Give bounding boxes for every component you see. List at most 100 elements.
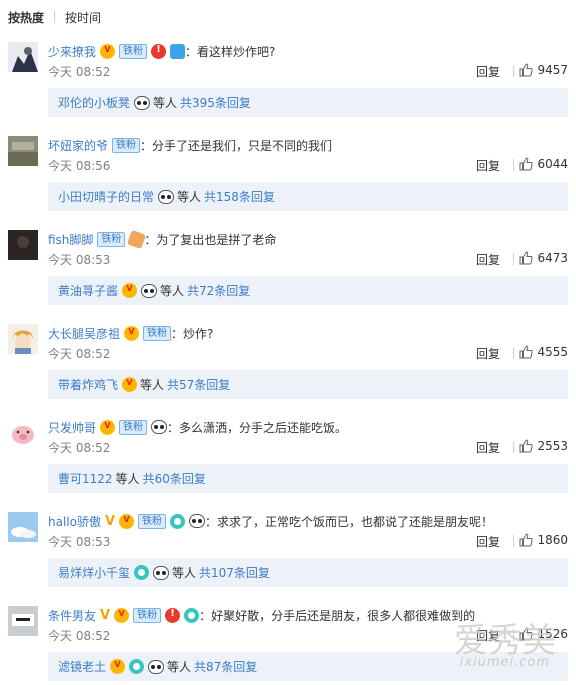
avatar[interactable]	[8, 42, 38, 72]
member-badge-icon	[134, 565, 150, 580]
fan-badge[interactable]: 铁粉	[112, 137, 141, 153]
reply-button[interactable]: 回复	[476, 251, 500, 268]
like-count: 4555	[537, 345, 568, 359]
username[interactable]: 大长腿吴彦祖	[48, 325, 120, 342]
like-button[interactable]: 6473	[519, 251, 568, 265]
comment-item: 少来撩我 铁粉 ：看这样炒作吧? 今天 08:52 回复 9457 邓伦的小板凳…	[0, 34, 576, 128]
vip-heart-icon	[124, 325, 140, 341]
tab-sort-by-time[interactable]: 按时间	[65, 9, 101, 26]
reply-button[interactable]: 回复	[476, 63, 500, 80]
fan-badge[interactable]: 铁粉	[119, 419, 148, 435]
divider	[513, 629, 514, 641]
panda-emoji-icon	[148, 659, 165, 674]
reply-user[interactable]: 黄油荨子酱	[58, 282, 118, 299]
reply-preview[interactable]: 邓伦的小板凳 等人 共395条回复	[48, 88, 568, 117]
reply-etc: 等人	[177, 190, 202, 204]
like-button[interactable]: 9457	[519, 63, 568, 77]
avatar[interactable]	[8, 136, 38, 166]
like-button[interactable]: 1860	[519, 533, 568, 547]
reply-count[interactable]: 共107条回复	[199, 564, 270, 581]
member-badge-icon	[129, 659, 145, 674]
panda-emoji-icon	[189, 514, 206, 528]
reply-preview[interactable]: 小田切晴子的日常 等人 共158条回复	[48, 182, 568, 211]
thumbs-up-icon	[519, 251, 534, 265]
divider	[513, 253, 514, 265]
fan-badge[interactable]: 铁粉	[143, 325, 172, 341]
reply-button[interactable]: 回复	[476, 533, 500, 550]
reply-button[interactable]: 回复	[476, 345, 500, 362]
reply-count[interactable]: 共158条回复	[204, 188, 275, 205]
username[interactable]: hallo骄傲	[48, 513, 101, 530]
thumbs-up-icon	[519, 63, 534, 77]
like-button[interactable]: 4555	[519, 345, 568, 359]
panda-emoji-icon	[151, 420, 168, 434]
reply-button[interactable]: 回复	[476, 627, 500, 644]
avatar[interactable]	[8, 418, 38, 448]
like-button[interactable]: 1526	[519, 627, 568, 641]
username[interactable]: 坏妞家的爷	[48, 137, 108, 154]
avatar[interactable]	[8, 324, 38, 354]
username[interactable]: 只发帅哥	[48, 419, 96, 436]
reply-count[interactable]: 共72条回复	[187, 282, 250, 299]
comment-time: 今天 08:52	[48, 347, 111, 361]
comment-header: 大长腿吴彦祖 铁粉 ：炒作?	[48, 324, 213, 342]
reply-preview[interactable]: 带着炸鸡飞 等人 共57条回复	[48, 370, 568, 399]
like-count: 6044	[537, 157, 568, 171]
reply-preview[interactable]: 易烊烊小千玺 等人 共107条回复	[48, 558, 568, 587]
avatar[interactable]	[8, 230, 38, 260]
reply-user[interactable]: 易烊烊小千玺	[58, 564, 130, 581]
comment-header: 条件男友 V 铁粉 ：好聚好散，分手后还是朋友，很多人都很难做到的	[48, 606, 475, 624]
username[interactable]: 少来撩我	[48, 43, 96, 60]
avatar[interactable]	[8, 606, 38, 636]
member-badge-icon	[184, 607, 200, 623]
like-button[interactable]: 6044	[519, 157, 568, 171]
reply-button[interactable]: 回复	[476, 157, 500, 174]
divider	[513, 347, 514, 359]
fan-badge[interactable]: 铁粉	[97, 231, 126, 247]
divider	[513, 159, 514, 171]
vip-heart-icon	[114, 607, 130, 623]
like-count: 1860	[537, 533, 568, 547]
vip-heart-icon	[100, 43, 116, 59]
reply-etc: 等人	[167, 660, 192, 674]
reply-preview[interactable]: 黄油荨子酱 等人 共72条回复	[48, 276, 568, 305]
reply-count[interactable]: 共57条回复	[167, 376, 230, 393]
divider	[513, 535, 514, 547]
reply-preview[interactable]: 滤镜老土 等人 共87条回复	[48, 652, 568, 681]
reply-user[interactable]: 曹可1122	[58, 470, 113, 487]
vip-heart-icon	[122, 283, 138, 298]
comment-time: 今天 08:53	[48, 253, 111, 267]
reply-count[interactable]: 共395条回复	[180, 94, 251, 111]
like-count: 1526	[537, 627, 568, 641]
like-button[interactable]: 2553	[519, 439, 568, 453]
avatar[interactable]	[8, 512, 38, 542]
verified-v-icon: V	[100, 607, 111, 623]
divider	[513, 65, 514, 77]
thumbs-up-icon	[519, 533, 534, 547]
comment-time: 今天 08:53	[48, 535, 111, 549]
reply-user[interactable]: 邓伦的小板凳	[58, 94, 130, 111]
tab-sort-by-hot[interactable]: 按热度	[8, 9, 44, 26]
username[interactable]: fish脚脚	[48, 231, 93, 248]
reply-user[interactable]: 小田切晴子的日常	[58, 188, 154, 205]
comment-header: hallo骄傲 V 铁粉 ：求求了，正常吃个饭而已，也都说了还能是朋友呢！	[48, 512, 493, 530]
panda-emoji-icon	[153, 565, 170, 580]
fan-badge[interactable]: 铁粉	[138, 513, 167, 529]
vip-heart-icon	[110, 659, 126, 674]
reply-preview[interactable]: 曹可1122 等人 共60条回复	[48, 464, 568, 493]
comment-text: ：为了复出也是拼了老命	[144, 232, 277, 247]
event-badge-icon	[151, 43, 167, 59]
member-badge-icon	[170, 513, 186, 529]
reply-etc: 等人	[153, 96, 178, 110]
reply-user[interactable]: 带着炸鸡飞	[58, 376, 118, 393]
username[interactable]: 条件男友	[48, 607, 96, 624]
fan-badge[interactable]: 铁粉	[133, 607, 162, 623]
reply-count[interactable]: 共60条回复	[143, 470, 206, 487]
divider	[513, 441, 514, 453]
reply-count[interactable]: 共87条回复	[194, 658, 257, 675]
fan-badge[interactable]: 铁粉	[119, 43, 148, 59]
reply-user[interactable]: 滤镜老土	[58, 658, 106, 675]
reply-button[interactable]: 回复	[476, 439, 500, 456]
comment-header: fish脚脚 铁粉 ：为了复出也是拼了老命	[48, 229, 277, 249]
like-count: 9457	[537, 63, 568, 77]
